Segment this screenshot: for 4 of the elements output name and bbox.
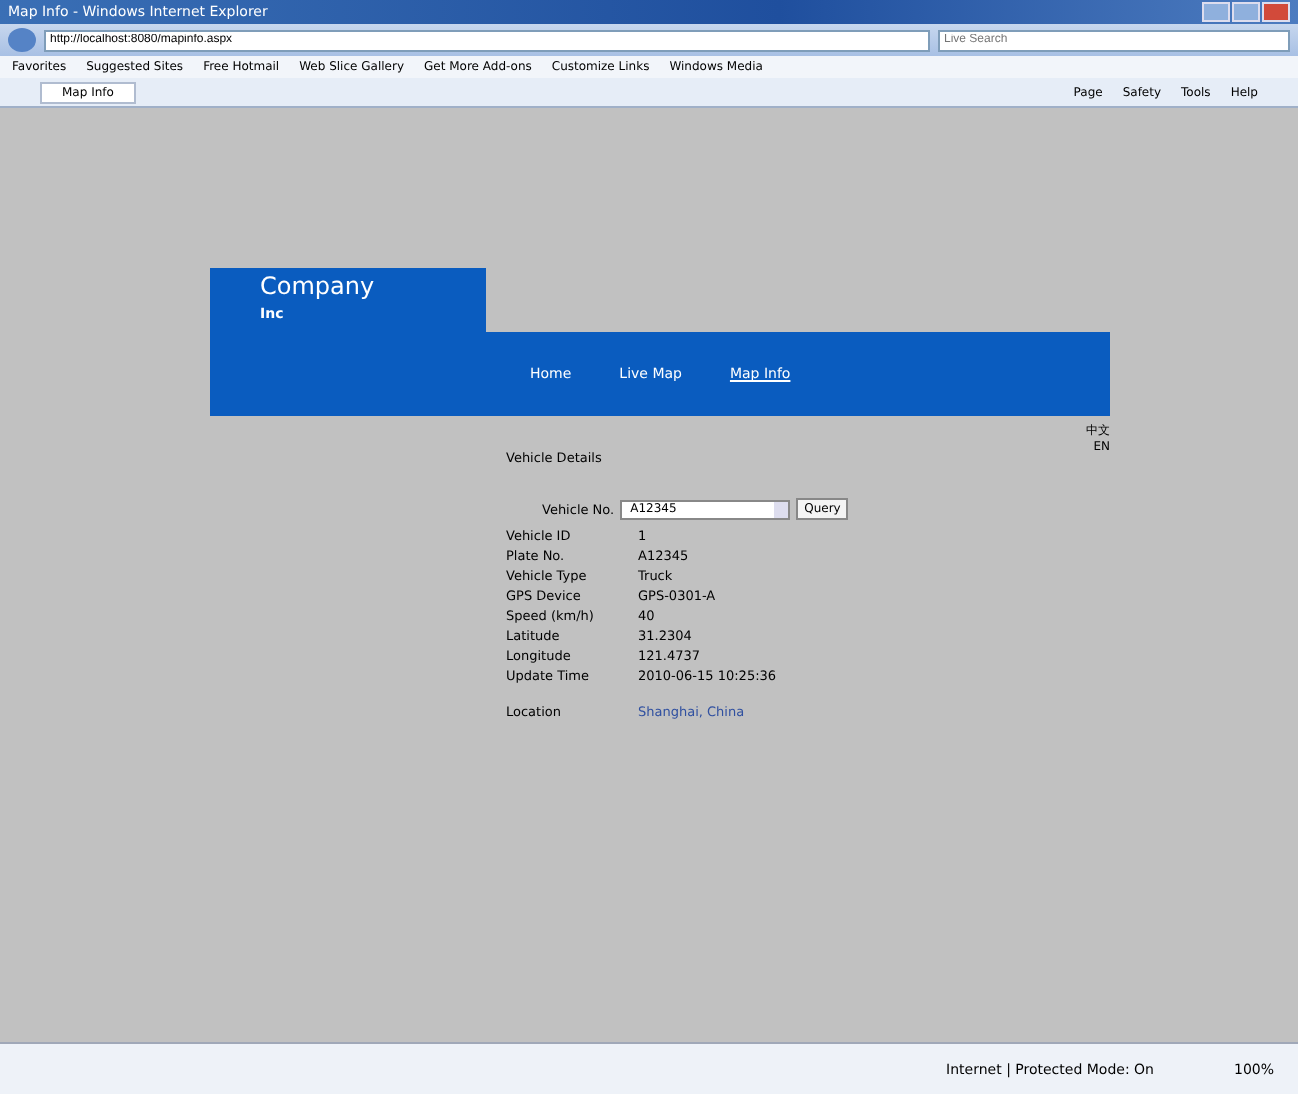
minimize-button[interactable] <box>1202 2 1230 22</box>
logo-text: Company <box>260 272 377 300</box>
maximize-button[interactable] <box>1232 2 1260 22</box>
close-button[interactable] <box>1262 2 1290 22</box>
